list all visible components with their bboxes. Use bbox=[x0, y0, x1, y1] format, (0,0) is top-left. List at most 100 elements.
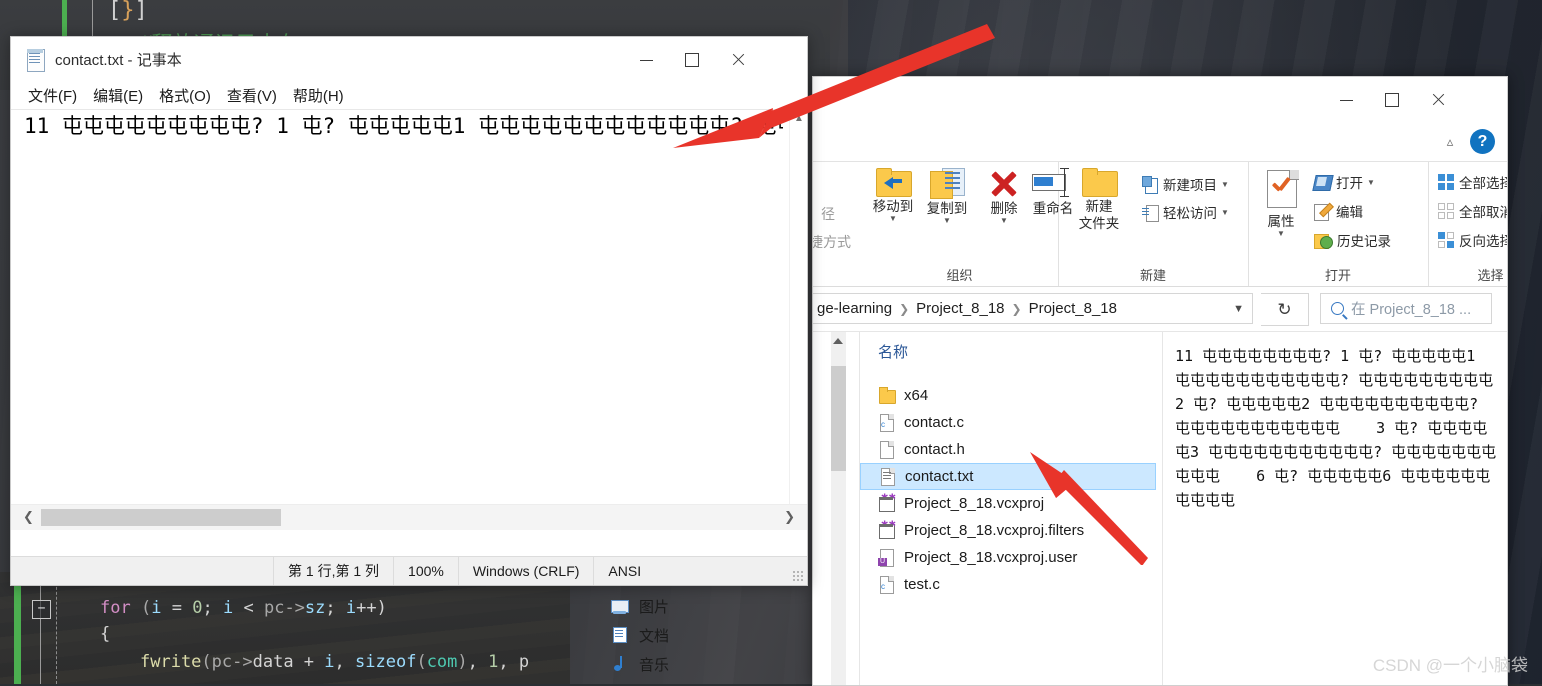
navigation-pane-items: 图片 文档 音乐 bbox=[610, 592, 840, 679]
notepad-close-button[interactable] bbox=[715, 37, 761, 83]
notepad-title-bar[interactable]: contact.txt - 记事本 bbox=[11, 37, 807, 81]
file-explorer-window[interactable]: ▵ ? 径 捷方式 移动到 ▼ 复制到 ▼ 删除 ▼ 重命名 组织 新建 文件夹… bbox=[812, 76, 1508, 686]
easy-access-label: 轻松访问 bbox=[1163, 206, 1217, 221]
navigation-scrollbar[interactable] bbox=[831, 332, 846, 685]
editor-margin-line bbox=[40, 572, 41, 684]
nav-item-music[interactable]: 音乐 bbox=[610, 650, 840, 679]
editor-brace: [}] bbox=[108, 0, 148, 23]
breadcrumb-item[interactable]: Project_8_18 bbox=[916, 300, 1004, 317]
help-button[interactable]: ? bbox=[1470, 129, 1495, 154]
ribbon-cut-label-2: 捷方式 bbox=[812, 234, 851, 250]
breadcrumb-item[interactable]: Project_8_18 bbox=[1029, 300, 1117, 317]
scrollbar-thumb[interactable] bbox=[831, 366, 846, 471]
nav-item-pictures[interactable]: 图片 bbox=[610, 592, 840, 621]
ribbon-group-new: 新建 文件夹 新建项目 ▼ 轻松访问 ▼ 新建 bbox=[1058, 162, 1249, 286]
table-row[interactable]: ✱✱ Project_8_18.vcxproj.filters bbox=[860, 517, 1162, 544]
caret-down-icon[interactable]: ▼ bbox=[917, 217, 977, 225]
file-list[interactable]: 名称 x64 c contact.c contact.h contact.txt… bbox=[860, 332, 1162, 685]
table-row[interactable]: U Project_8_18.vcxproj.user bbox=[860, 544, 1162, 571]
select-none-button[interactable]: 全部取消 bbox=[1438, 201, 1508, 221]
pictures-icon bbox=[610, 597, 629, 616]
code-line-4: fwrite(pc->data + i, sizeof(com), 1, p bbox=[140, 652, 530, 672]
easy-access-button[interactable]: 轻松访问 ▼ bbox=[1142, 202, 1229, 222]
properties-label: 属性 bbox=[1267, 214, 1295, 229]
menu-item-file[interactable]: 文件(F) bbox=[23, 83, 82, 108]
table-row[interactable]: ✱✱ Project_8_18.vcxproj bbox=[860, 490, 1162, 517]
properties-icon bbox=[1263, 170, 1299, 210]
column-header-name[interactable]: 名称 bbox=[878, 341, 908, 362]
notepad-horizontal-scrollbar[interactable]: ❮ ❯ bbox=[11, 504, 807, 530]
code-fold-toggle[interactable]: − bbox=[32, 600, 51, 619]
scroll-up-icon[interactable]: ▲ bbox=[794, 113, 804, 124]
copy-to-button[interactable]: 复制到 ▼ bbox=[917, 168, 977, 225]
scroll-up-icon[interactable] bbox=[833, 338, 843, 344]
resize-grip[interactable] bbox=[792, 570, 804, 582]
notepad-text-content[interactable]: 11 屯屯屯屯屯屯屯屯屯? 1 屯? 屯屯屯屯屯1 屯屯屯屯屯屯屯屯屯屯屯屯? … bbox=[24, 112, 783, 140]
menu-item-edit[interactable]: 编辑(E) bbox=[88, 83, 148, 108]
caret-down-icon[interactable]: ▼ bbox=[863, 215, 923, 223]
explorer-minimize-button[interactable] bbox=[1323, 77, 1369, 123]
notepad-vertical-scrollbar[interactable]: ▲ ▼ bbox=[789, 110, 807, 530]
table-row[interactable]: c contact.c bbox=[860, 409, 1162, 436]
menu-item-help[interactable]: 帮助(H) bbox=[288, 83, 349, 108]
select-none-label: 全部取消 bbox=[1459, 205, 1508, 220]
notepad-window[interactable]: contact.txt - 记事本 文件(F) 编辑(E) 格式(O) 查看(V… bbox=[10, 36, 808, 586]
table-row-selected[interactable]: contact.txt bbox=[860, 463, 1156, 490]
ribbon-group-organize: 移动到 ▼ 复制到 ▼ 删除 ▼ 重命名 组织 bbox=[861, 162, 1073, 286]
ribbon-group-label: 新建 bbox=[1139, 268, 1166, 283]
history-icon bbox=[1314, 232, 1333, 249]
notepad-maximize-button[interactable] bbox=[669, 37, 715, 83]
edit-icon bbox=[1314, 203, 1332, 221]
new-folder-label: 新建 文件夹 bbox=[1078, 199, 1120, 231]
breadcrumb[interactable]: ge-learning ❯ Project_8_18 ❯ Project_8_1… bbox=[813, 293, 1253, 324]
notepad-minimize-button[interactable] bbox=[623, 37, 669, 83]
new-folder-icon bbox=[1082, 168, 1118, 197]
select-all-label: 全部选择 bbox=[1459, 176, 1508, 191]
history-button[interactable]: 历史记录 bbox=[1314, 230, 1391, 250]
edit-button[interactable]: 编辑 bbox=[1314, 201, 1363, 221]
menu-item-view[interactable]: 查看(V) bbox=[222, 83, 282, 108]
table-row[interactable]: contact.h bbox=[860, 436, 1162, 463]
open-button[interactable]: 打开 ▼ bbox=[1314, 172, 1375, 192]
properties-button[interactable]: 属性 ▼ bbox=[1254, 170, 1308, 238]
file-name: test.c bbox=[904, 576, 940, 593]
refresh-button[interactable]: ↻ bbox=[1261, 293, 1309, 326]
nav-item-documents[interactable]: 文档 bbox=[610, 621, 840, 650]
caret-down-icon[interactable]: ▼ bbox=[1367, 178, 1375, 187]
move-to-button[interactable]: 移动到 ▼ bbox=[863, 168, 923, 223]
chevron-up-icon[interactable]: ▵ bbox=[1439, 131, 1461, 153]
select-all-button[interactable]: 全部选择 bbox=[1438, 172, 1508, 192]
c-file-icon: c bbox=[878, 413, 895, 432]
menu-item-format[interactable]: 格式(O) bbox=[154, 83, 216, 108]
file-name: Project_8_18.vcxproj bbox=[904, 495, 1045, 512]
scroll-left-icon[interactable]: ❮ bbox=[23, 509, 34, 525]
copy-to-icon bbox=[930, 168, 965, 199]
chevron-down-icon[interactable]: ▼ bbox=[1233, 303, 1244, 315]
scroll-right-icon[interactable]: ❯ bbox=[784, 509, 795, 525]
table-row[interactable]: x64 bbox=[860, 382, 1162, 409]
explorer-maximize-button[interactable] bbox=[1369, 77, 1415, 123]
breadcrumb-item[interactable]: ge-learning bbox=[817, 300, 892, 317]
new-item-button[interactable]: 新建项目 ▼ bbox=[1142, 174, 1229, 194]
table-row[interactable]: c test.c bbox=[860, 571, 1162, 598]
status-zoom[interactable]: 100% bbox=[393, 557, 458, 585]
search-icon bbox=[1331, 302, 1344, 315]
new-folder-button[interactable]: 新建 文件夹 bbox=[1066, 168, 1132, 232]
caret-down-icon[interactable]: ▼ bbox=[1254, 230, 1308, 238]
notepad-text-area[interactable]: 11 屯屯屯屯屯屯屯屯屯? 1 屯? 屯屯屯屯屯1 屯屯屯屯屯屯屯屯屯屯屯屯? … bbox=[11, 110, 807, 530]
invert-selection-button[interactable]: 反向选择 bbox=[1438, 230, 1507, 250]
explorer-title-bar[interactable] bbox=[813, 77, 1507, 123]
caret-down-icon[interactable]: ▼ bbox=[1221, 208, 1229, 217]
csdn-watermark: CSDN @一个小脑袋 bbox=[1372, 656, 1528, 675]
vcxproj-icon: ✱✱ bbox=[878, 493, 896, 513]
file-name: contact.c bbox=[904, 414, 965, 431]
notepad-status-bar: 第 1 行,第 1 列 100% Windows (CRLF) ANSI bbox=[11, 556, 807, 585]
vcxproj-user-icon: U bbox=[878, 548, 895, 567]
explorer-close-button[interactable] bbox=[1415, 77, 1461, 123]
text-file-icon bbox=[879, 467, 896, 486]
scrollbar-thumb[interactable] bbox=[41, 509, 281, 526]
search-input[interactable]: 在 Project_8_18 ... bbox=[1320, 293, 1492, 324]
caret-down-icon[interactable]: ▼ bbox=[974, 217, 1034, 225]
status-encoding: ANSI bbox=[593, 557, 655, 585]
caret-down-icon[interactable]: ▼ bbox=[1221, 180, 1229, 189]
